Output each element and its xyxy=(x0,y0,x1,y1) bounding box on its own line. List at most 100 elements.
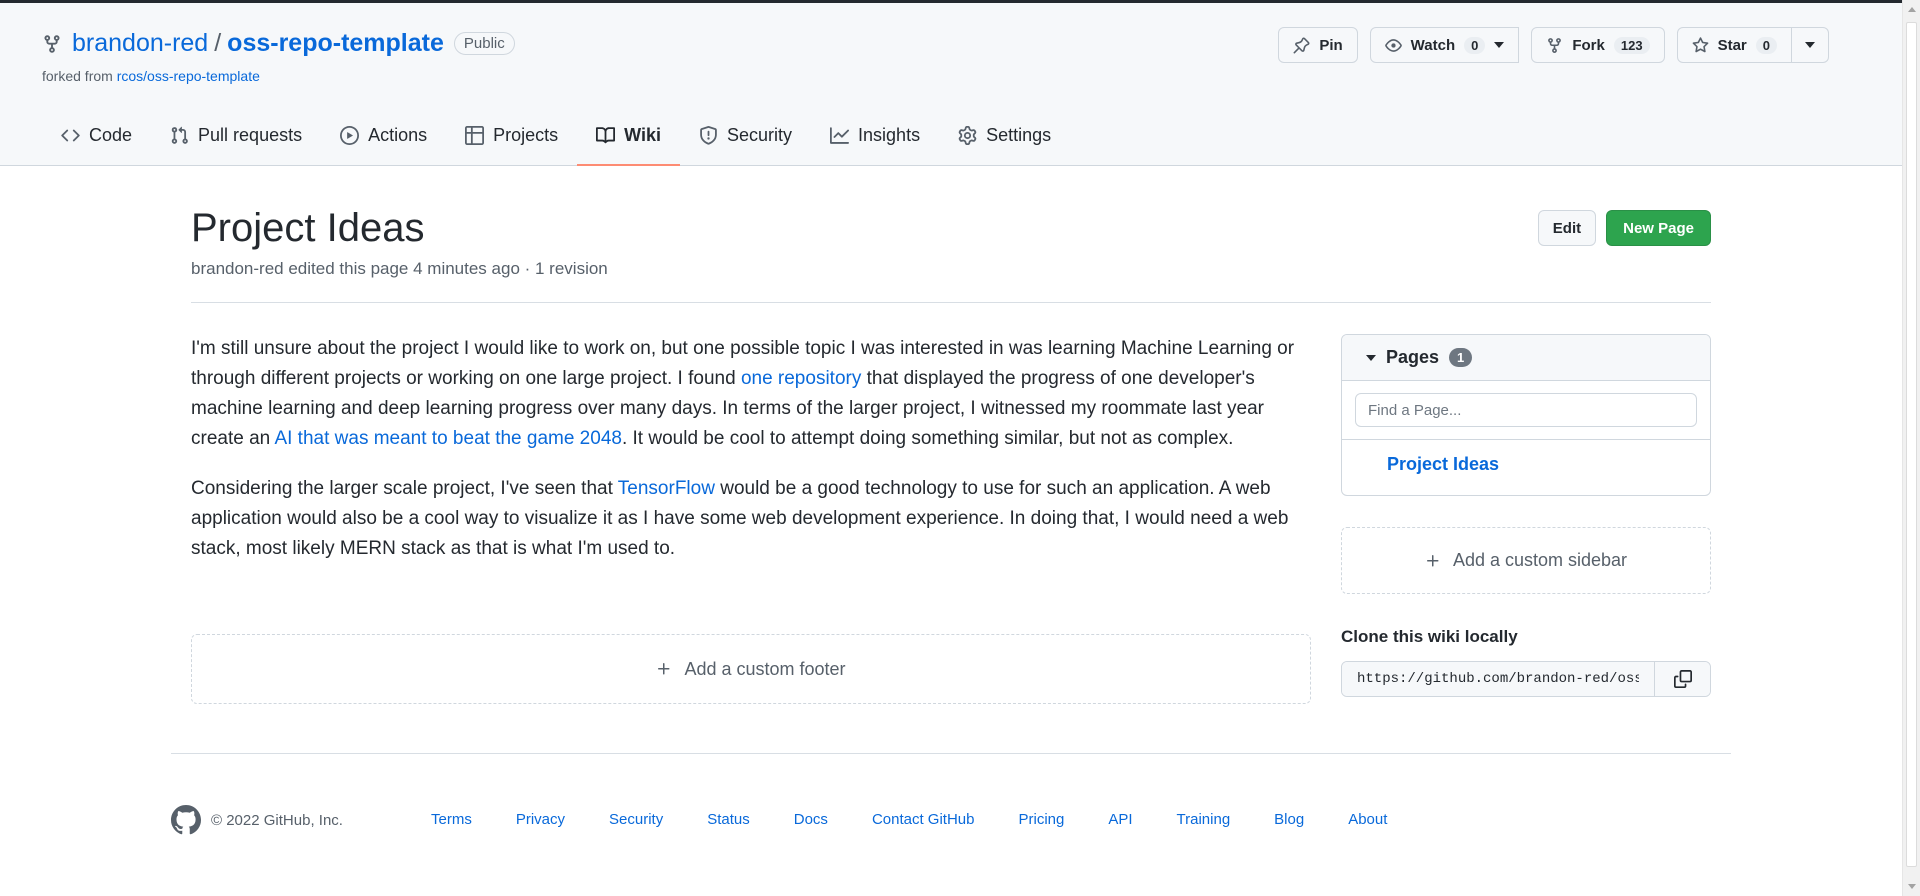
footer-link-terms[interactable]: Terms xyxy=(431,811,472,828)
site-footer: © 2022 GitHub, Inc. Terms Privacy Securi… xyxy=(171,805,1387,835)
tab-label: Wiki xyxy=(624,124,661,145)
plus-icon xyxy=(658,663,670,675)
vertical-scrollbar[interactable] xyxy=(1902,0,1920,896)
repo-title: brandon-red / oss-repo-template Public xyxy=(42,29,515,58)
star-label: Star xyxy=(1717,36,1747,54)
tab-label: Pull requests xyxy=(198,124,303,145)
tab-label: Projects xyxy=(493,124,559,145)
tab-wiki[interactable]: Wiki xyxy=(577,105,680,166)
footer-link-api[interactable]: API xyxy=(1108,811,1132,828)
pull-request-icon xyxy=(171,126,188,144)
footer-link-privacy[interactable]: Privacy xyxy=(516,811,565,828)
repo-header: brandon-red / oss-repo-template Public f… xyxy=(0,0,1902,166)
code-icon xyxy=(61,129,80,141)
footer-link-pricing[interactable]: Pricing xyxy=(1018,811,1064,828)
repo-name-link[interactable]: oss-repo-template xyxy=(227,29,444,58)
star-button[interactable]: Star 0 xyxy=(1676,27,1792,63)
tab-label: Security xyxy=(727,124,793,145)
repo-owner-link[interactable]: brandon-red xyxy=(72,29,208,58)
footer-link-docs[interactable]: Docs xyxy=(794,811,828,828)
forked-from-link[interactable]: rcos/oss-repo-template xyxy=(117,68,260,84)
footer-link-status[interactable]: Status xyxy=(707,811,750,828)
footer-link-security[interactable]: Security xyxy=(609,811,663,828)
tab-label: Settings xyxy=(986,124,1052,145)
visibility-badge: Public xyxy=(453,32,515,55)
chevron-down-icon xyxy=(1494,42,1505,48)
watch-button-group: Watch 0 xyxy=(1369,27,1520,63)
clone-wiki-title: Clone this wiki locally xyxy=(1341,627,1518,646)
repo-actions: Pin Watch 0 Fork 123 Star 0 xyxy=(1278,27,1829,63)
forked-from-prefix: forked from xyxy=(42,68,113,84)
watch-label: Watch xyxy=(1410,36,1456,54)
page-title: Project Ideas xyxy=(191,206,425,250)
page-link-project-ideas[interactable]: Project Ideas xyxy=(1342,440,1710,489)
text: . It would be cool to attempt doing some… xyxy=(621,428,1234,449)
tab-pull-requests[interactable]: Pull requests xyxy=(151,105,321,165)
footer-link-contact[interactable]: Contact GitHub xyxy=(872,811,975,828)
clone-url-box xyxy=(1341,661,1711,697)
tab-actions[interactable]: Actions xyxy=(321,105,446,165)
pages-count-badge: 1 xyxy=(1449,348,1473,367)
copy-icon xyxy=(1673,670,1692,688)
repo-nav-tabs: Code Pull requests Actions Projects Wiki… xyxy=(42,105,1070,166)
add-sidebar-label: Add a custom sidebar xyxy=(1452,550,1628,570)
star-count: 0 xyxy=(1755,36,1777,54)
footer-divider xyxy=(171,753,1731,754)
paragraph: Considering the larger scale project, I'… xyxy=(191,474,1296,564)
new-page-button[interactable]: New Page xyxy=(1606,210,1711,246)
copy-button[interactable] xyxy=(1654,662,1710,696)
tensorflow-link[interactable]: TensorFlow xyxy=(618,478,715,499)
text: Considering the larger scale project, I'… xyxy=(191,478,618,499)
add-custom-sidebar-button[interactable]: Add a custom sidebar xyxy=(1341,527,1711,594)
graph-icon xyxy=(830,126,850,144)
fork-button[interactable]: Fork 123 xyxy=(1531,27,1665,63)
one-repository-link[interactable]: one repository xyxy=(741,368,861,389)
star-lists-dropdown[interactable] xyxy=(1792,27,1829,63)
clone-url-input[interactable] xyxy=(1342,662,1654,696)
add-footer-label: Add a custom footer xyxy=(684,658,846,679)
fork-count: 123 xyxy=(1613,36,1650,54)
repo-forked-icon xyxy=(42,34,62,54)
footer-link-blog[interactable]: Blog xyxy=(1274,811,1304,828)
footer-links: Terms Privacy Security Status Docs Conta… xyxy=(431,811,1387,828)
shield-icon xyxy=(700,125,717,145)
pages-label: Pages xyxy=(1386,347,1440,367)
triangle-down-icon xyxy=(1366,354,1376,361)
watch-button[interactable]: Watch 0 xyxy=(1369,27,1520,63)
forked-from-line: forked from rcos/oss-repo-template xyxy=(42,68,260,84)
tab-settings[interactable]: Settings xyxy=(939,105,1070,165)
github-logo-icon[interactable] xyxy=(171,805,201,835)
copyright: © 2022 GitHub, Inc. xyxy=(211,811,343,829)
tab-insights[interactable]: Insights xyxy=(811,105,939,165)
watch-count: 0 xyxy=(1464,36,1486,54)
find-page-wrap xyxy=(1342,381,1710,440)
tab-projects[interactable]: Projects xyxy=(446,105,577,165)
footer-link-training[interactable]: Training xyxy=(1177,811,1231,828)
gear-icon xyxy=(958,125,977,145)
edit-button[interactable]: Edit xyxy=(1537,210,1597,246)
pages-toggle[interactable]: Pages 1 xyxy=(1342,335,1710,381)
scroll-down-arrow-icon[interactable] xyxy=(1908,884,1916,889)
tab-security[interactable]: Security xyxy=(680,105,811,165)
scroll-up-arrow-icon[interactable] xyxy=(1908,7,1916,12)
tab-code[interactable]: Code xyxy=(42,105,151,165)
book-icon xyxy=(596,126,616,143)
add-custom-footer-button[interactable]: Add a custom footer xyxy=(191,634,1311,704)
pages-panel: Pages 1 Project Ideas xyxy=(1341,334,1711,496)
page-revision-meta: brandon-red edited this page 4 minutes a… xyxy=(191,259,608,278)
star-button-group: Star 0 xyxy=(1676,27,1829,63)
pin-button[interactable]: Pin xyxy=(1278,27,1358,63)
ai-2048-link[interactable]: AI that was meant to beat the game 2048 xyxy=(274,428,622,449)
wiki-head-buttons: Edit New Page xyxy=(1537,210,1711,246)
scroll-thumb[interactable] xyxy=(1906,22,1917,867)
wiki-body: I'm still unsure about the project I wou… xyxy=(191,334,1296,584)
path-separator: / xyxy=(214,29,222,57)
tab-label: Code xyxy=(89,124,133,145)
footer-link-about[interactable]: About xyxy=(1348,811,1387,828)
eye-icon xyxy=(1384,38,1402,52)
plus-icon xyxy=(1426,554,1439,566)
tab-label: Actions xyxy=(368,124,428,145)
fork-icon xyxy=(1548,37,1562,53)
find-page-input[interactable] xyxy=(1355,393,1697,427)
fork-label: Fork xyxy=(1572,36,1605,54)
